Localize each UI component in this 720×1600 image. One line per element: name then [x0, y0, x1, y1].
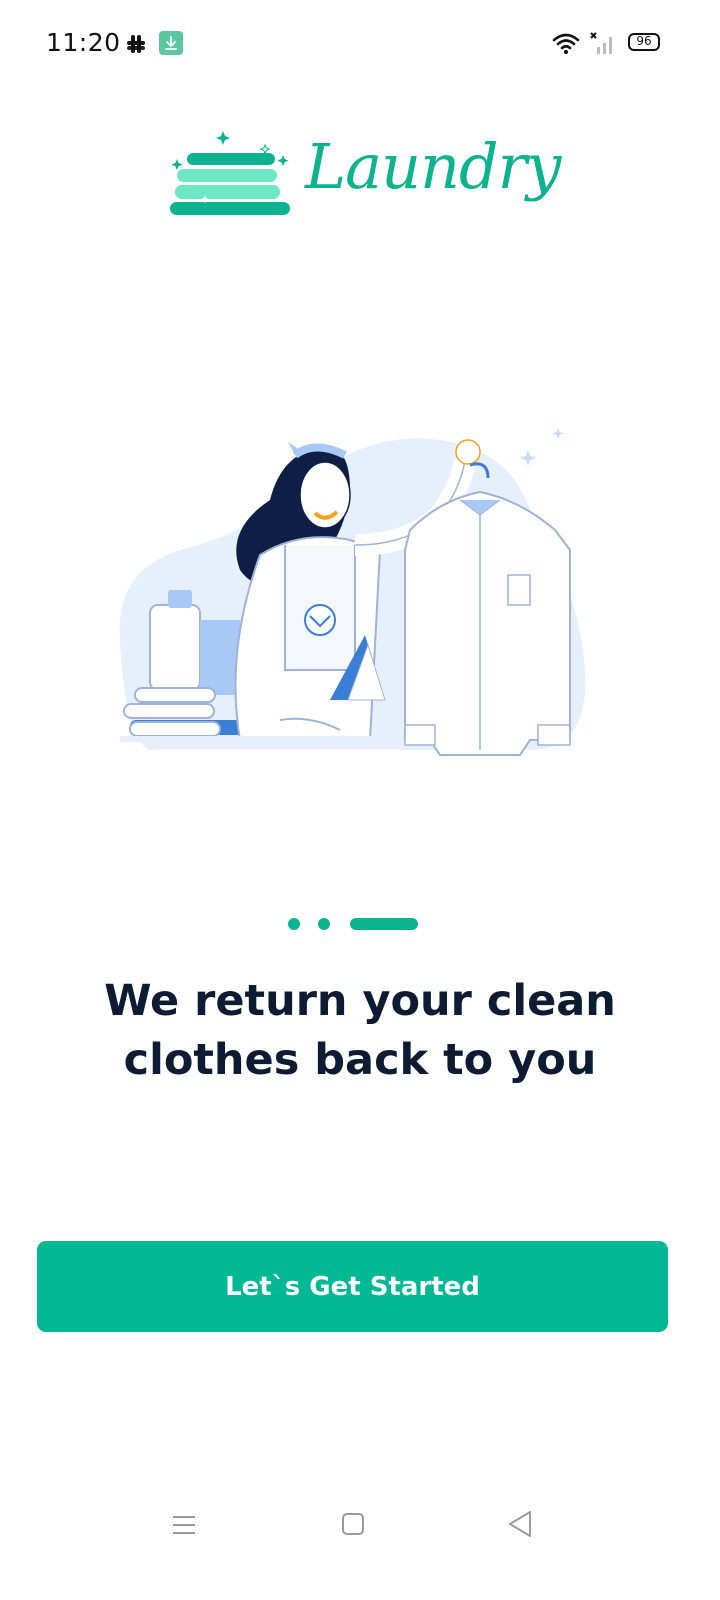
back-icon[interactable]	[507, 1510, 533, 1538]
battery-level: 96	[636, 34, 652, 48]
signal-icon	[590, 32, 612, 54]
slack-icon	[127, 35, 145, 53]
page-dot-active[interactable]	[350, 918, 418, 930]
page-dot[interactable]	[318, 918, 330, 930]
system-nav-bar	[0, 1490, 720, 1600]
status-time: 11:20	[46, 28, 121, 57]
status-bar: 11:20 96	[0, 0, 720, 86]
get-started-button[interactable]: Let`s Get Started	[37, 1241, 668, 1332]
page-dot[interactable]	[288, 918, 300, 930]
menu-icon[interactable]	[172, 1514, 196, 1536]
home-icon[interactable]	[341, 1512, 365, 1536]
wifi-icon	[552, 33, 580, 54]
laundry-illustration	[119, 428, 586, 756]
onboarding-headline: We return your clean clothes back to you	[104, 976, 616, 1085]
battery-icon: 96	[628, 33, 660, 51]
download-icon	[159, 31, 183, 55]
brand-name: Laundry	[305, 130, 561, 203]
